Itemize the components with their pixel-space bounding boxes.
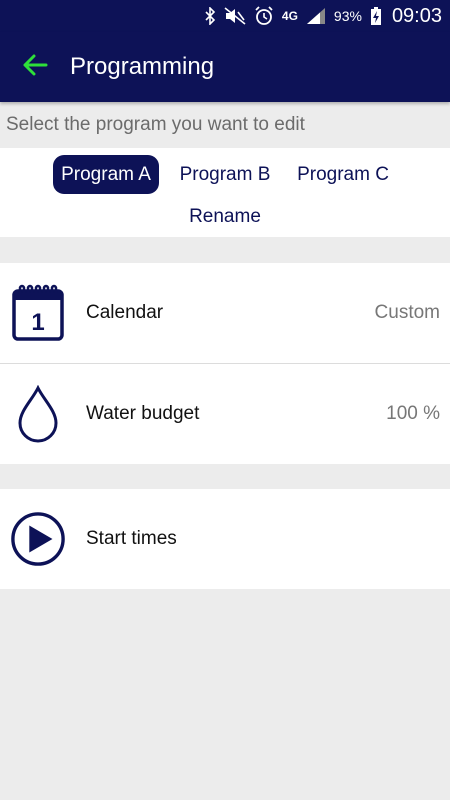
battery-icon	[370, 6, 382, 26]
network-type: 4G	[281, 9, 298, 23]
signal-icon	[306, 7, 326, 25]
alarm-icon	[254, 6, 274, 26]
play-icon	[10, 509, 66, 569]
start-times-label: Start times	[86, 528, 177, 549]
rename-button[interactable]: Rename	[0, 206, 450, 228]
water-budget-value: 100 %	[386, 403, 440, 424]
status-bar: 4G 93% 09:03	[0, 0, 450, 32]
calendar-row[interactable]: 1 Calendar Custom	[0, 263, 450, 363]
start-times-row[interactable]: Start times	[0, 489, 450, 589]
page-title: Programming	[70, 53, 215, 80]
bluetooth-icon	[204, 7, 216, 25]
start-times-block: Start times	[0, 489, 450, 589]
water-budget-label: Water budget	[86, 403, 200, 424]
mute-icon	[224, 7, 246, 25]
status-time: 09:03	[391, 4, 442, 27]
calendar-label: Calendar	[86, 302, 164, 323]
calendar-icon: 1	[10, 283, 66, 343]
program-b-tab[interactable]: Program B	[170, 155, 280, 194]
water-drop-icon	[10, 384, 66, 444]
back-arrow-icon	[22, 54, 48, 81]
program-selector: Program A Program B Program C Rename	[0, 148, 450, 237]
battery-percent: 93%	[333, 8, 362, 24]
svg-text:1: 1	[31, 309, 44, 336]
back-button[interactable]	[0, 32, 70, 102]
program-c-tab[interactable]: Program C	[288, 155, 398, 194]
settings-list: 1 Calendar Custom Water budget 100 %	[0, 263, 450, 464]
instruction-text: Select the program you want to edit	[6, 114, 305, 135]
water-budget-row[interactable]: Water budget 100 %	[0, 364, 450, 464]
calendar-value: Custom	[374, 302, 440, 323]
program-a-tab[interactable]: Program A	[53, 155, 159, 194]
app-bar: Programming	[0, 32, 450, 102]
